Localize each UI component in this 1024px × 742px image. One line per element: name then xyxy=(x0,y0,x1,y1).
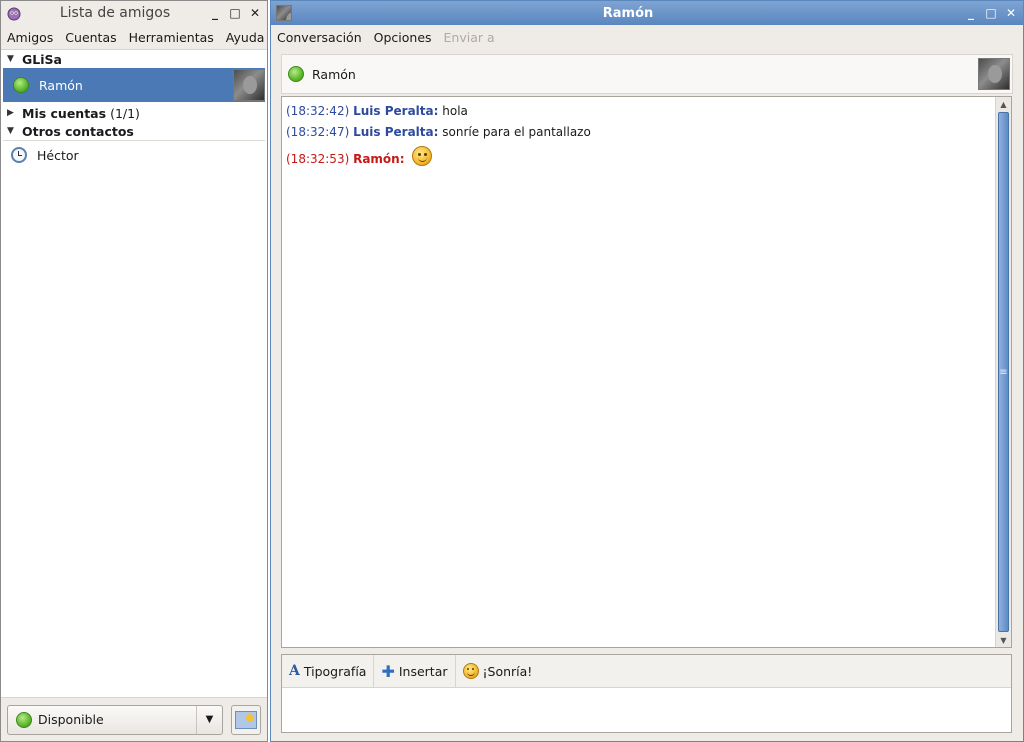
message-row: (18:32:53) Ramón: xyxy=(286,143,991,175)
smile-label: ¡Sonría! xyxy=(482,663,533,679)
message-text: hola xyxy=(442,104,468,118)
buddy-pounce-icon xyxy=(235,710,257,729)
group-name: Otros contactos xyxy=(22,123,134,139)
font-button[interactable]: A Tipografía xyxy=(282,655,375,687)
buddy-ramon[interactable]: Ramón xyxy=(3,68,265,102)
group-mis-cuentas[interactable]: ▶ Mis cuentas (1/1) xyxy=(1,104,267,122)
maximize-icon[interactable]: □ xyxy=(227,5,243,21)
conversation-buddy-name: Ramón xyxy=(312,66,356,82)
message-log[interactable]: (18:32:42) Luis Peralta: hola (18:32:47)… xyxy=(281,96,1012,648)
conversation-menubar: Conversación Opciones Enviar a xyxy=(271,25,1023,49)
scrollbar-thumb[interactable]: ≡ xyxy=(998,112,1009,632)
buddy-list: ▼ GLiSa Ramón ▶ Mis cuentas (1/1) ▼ Otro… xyxy=(1,50,267,697)
buddy-name: Ramón xyxy=(39,77,83,93)
close-icon[interactable]: ✕ xyxy=(1003,5,1019,21)
message-time: (18:32:53) xyxy=(286,152,350,166)
status-label: Disponible xyxy=(38,712,104,727)
buddy-list-menubar: Amigos Cuentas Herramientas Ayuda xyxy=(1,25,267,49)
expander-closed-icon[interactable]: ▶ xyxy=(7,108,17,118)
menu-cuentas[interactable]: Cuentas xyxy=(59,30,122,45)
buddy-icon xyxy=(275,4,293,22)
message-row: (18:32:42) Luis Peralta: hola xyxy=(286,101,991,122)
window-title: Ramón xyxy=(602,5,654,21)
maximize-icon[interactable]: □ xyxy=(983,5,999,21)
menu-opciones[interactable]: Opciones xyxy=(368,30,438,45)
away-clock-icon xyxy=(11,147,27,163)
font-icon: A xyxy=(289,663,300,679)
message-sender: Luis Peralta: xyxy=(353,104,439,118)
group-count: (1/1) xyxy=(110,105,140,121)
message-time: (18:32:42) xyxy=(286,104,350,118)
insert-plus-icon: ✚ xyxy=(381,661,395,681)
window-title: Lista de amigos xyxy=(59,5,171,21)
menu-enviar-a: Enviar a xyxy=(443,29,495,45)
font-label: Tipografía xyxy=(303,663,367,679)
menu-conversacion[interactable]: Conversación xyxy=(271,30,368,45)
conversation-window: Ramón _ □ ✕ Conversación Opciones Enviar… xyxy=(270,0,1024,742)
expander-open-icon[interactable]: ▼ xyxy=(7,126,17,136)
message-time: (18:32:47) xyxy=(286,125,350,139)
conversation-titlebar[interactable]: Ramón _ □ ✕ xyxy=(271,1,1023,25)
minimize-icon[interactable]: _ xyxy=(963,5,979,21)
group-name: Mis cuentas xyxy=(22,105,107,121)
message-sender: Ramón: xyxy=(353,152,405,166)
close-icon[interactable]: ✕ xyxy=(247,5,263,21)
menu-amigos[interactable]: Amigos xyxy=(1,30,59,45)
pidgin-icon xyxy=(5,4,23,22)
buddy-hector[interactable]: Héctor xyxy=(1,143,267,167)
buddy-name: Héctor xyxy=(37,147,79,163)
buddy-list-titlebar[interactable]: Lista de amigos _ □ ✕ xyxy=(1,1,267,25)
status-area: Disponible ▼ xyxy=(1,697,267,741)
group-name: GLiSa xyxy=(22,51,62,67)
dropdown-arrow-icon[interactable]: ▼ xyxy=(196,705,222,734)
message-text: sonríe para el pantallazo xyxy=(442,125,591,139)
formatting-toolbar: A Tipografía ✚ Insertar ¡Sonría! xyxy=(282,655,1011,688)
buddy-avatar xyxy=(233,69,265,101)
available-status-icon xyxy=(16,711,32,728)
menu-ayuda[interactable]: Ayuda xyxy=(220,30,267,45)
message-input[interactable] xyxy=(282,688,1011,732)
group-divider xyxy=(3,140,265,141)
scroll-up-icon[interactable]: ▲ xyxy=(996,97,1011,111)
title-avatar xyxy=(276,5,292,21)
message-row: (18:32:47) Luis Peralta: sonríe para el … xyxy=(286,122,991,143)
insert-button[interactable]: ✚ Insertar xyxy=(374,655,456,687)
available-status-icon xyxy=(13,77,29,93)
smile-button[interactable]: ¡Sonría! xyxy=(456,655,540,687)
scroll-down-icon[interactable]: ▼ xyxy=(996,633,1011,647)
buddy-pounce-button[interactable] xyxy=(231,704,261,735)
available-status-icon xyxy=(288,66,304,82)
insert-label: Insertar xyxy=(398,663,448,679)
menu-herramientas[interactable]: Herramientas xyxy=(123,30,220,45)
status-selector[interactable]: Disponible ▼ xyxy=(7,704,223,735)
expander-open-icon[interactable]: ▼ xyxy=(7,54,17,64)
smiley-icon xyxy=(462,663,479,679)
minimize-icon[interactable]: _ xyxy=(207,5,223,21)
vertical-scrollbar[interactable]: ▲ ≡ ▼ xyxy=(995,97,1011,647)
smiley-icon xyxy=(412,145,433,166)
buddy-list-window: Lista de amigos _ □ ✕ Amigos Cuentas Her… xyxy=(0,0,268,742)
message-entry: A Tipografía ✚ Insertar ¡Sonría! xyxy=(281,654,1012,733)
group-otros-contactos[interactable]: ▼ Otros contactos xyxy=(1,122,267,140)
conversation-header: Ramón xyxy=(281,54,1013,94)
group-glisa[interactable]: ▼ GLiSa xyxy=(1,50,267,68)
buddy-avatar[interactable] xyxy=(978,58,1010,90)
message-sender: Luis Peralta: xyxy=(353,125,439,139)
